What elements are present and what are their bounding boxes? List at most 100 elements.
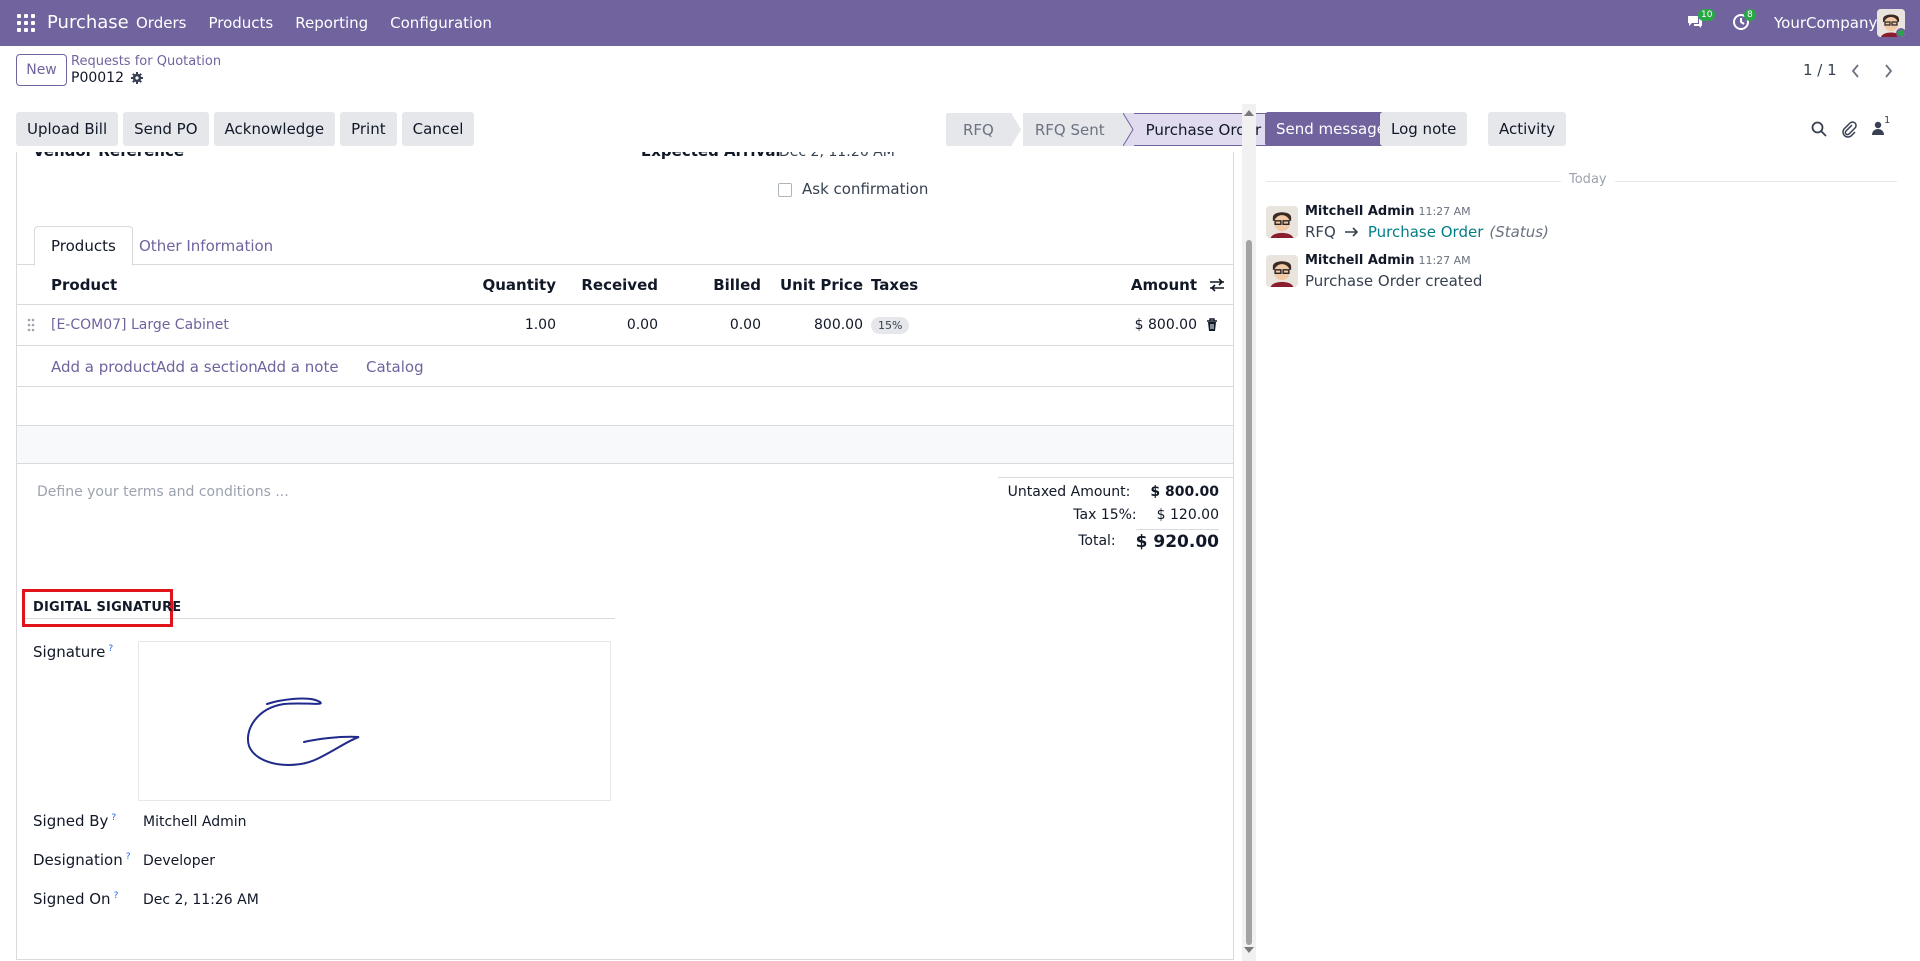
arrow-right-icon (1344, 227, 1358, 237)
status-bar: RFQ RFQ Sent Purchase Order (946, 113, 1281, 146)
help-tooltip-icon[interactable]: ? (108, 644, 113, 654)
table-row[interactable]: [E-COM07] Large Cabinet 1.00 0.00 0.00 8… (17, 305, 1233, 346)
acknowledge-button[interactable]: Acknowledge (213, 112, 336, 146)
print-button[interactable]: Print (340, 112, 397, 146)
menu-products[interactable]: Products (208, 14, 273, 32)
menu-configuration[interactable]: Configuration (390, 14, 492, 32)
avatar[interactable] (1266, 255, 1298, 287)
terms-and-conditions-input[interactable]: Define your terms and conditions ... (37, 484, 289, 500)
activities-clock-icon[interactable]: 8 (1732, 9, 1756, 33)
send-po-button[interactable]: Send PO (123, 112, 209, 146)
expected-arrival-value[interactable]: Dec 2, 11:26 AM (779, 152, 895, 160)
line-billed[interactable]: 0.00 (660, 305, 761, 345)
column-header-taxes[interactable]: Taxes (871, 265, 918, 304)
stage-rfq-sent[interactable]: RFQ Sent (1022, 113, 1123, 146)
author-name[interactable]: Mitchell Admin (1305, 253, 1414, 268)
signed-on-label: Signed On? (33, 890, 118, 908)
column-header-unit-price[interactable]: Unit Price (761, 265, 863, 304)
signature-pad[interactable] (138, 641, 611, 801)
untaxed-amount-row: Untaxed Amount: $ 800.00 (1008, 484, 1219, 500)
line-received[interactable]: 0.00 (557, 305, 658, 345)
messages-badge: 10 (1698, 9, 1716, 21)
column-header-amount[interactable]: Amount (1097, 265, 1197, 304)
activities-badge: 8 (1744, 9, 1756, 21)
app-brand[interactable]: Purchase (47, 12, 129, 33)
empty-row (17, 387, 1233, 426)
scroll-down-arrow-icon[interactable] (1244, 947, 1254, 953)
optional-columns-toggle[interactable] (1209, 265, 1225, 304)
form-sheet: Vendor Reference Expected Arrival Dec 2,… (16, 152, 1234, 960)
column-header-billed[interactable]: Billed (660, 265, 761, 304)
tracking-change: RFQ Purchase Order (Status) (1305, 223, 1549, 241)
log-note-button[interactable]: Log note (1380, 112, 1468, 146)
column-header-received[interactable]: Received (557, 265, 658, 304)
line-unit-price[interactable]: 800.00 (761, 305, 863, 345)
gear-icon[interactable] (130, 72, 143, 84)
signed-by-value[interactable]: Mitchell Admin (143, 814, 247, 830)
line-product[interactable]: [E-COM07] Large Cabinet (51, 305, 229, 345)
order-lines-header: Product Quantity Received Billed Unit Pr… (17, 265, 1233, 305)
breadcrumb-parent[interactable]: Requests for Quotation (71, 54, 221, 69)
message-time: 11:27 AM (1418, 254, 1471, 267)
catalog-link[interactable]: Catalog (366, 358, 424, 376)
menu-reporting[interactable]: Reporting (295, 14, 368, 32)
signed-by-label-text: Signed By (33, 812, 109, 830)
message-author[interactable]: Mitchell Admin 11:27 AM (1305, 204, 1471, 219)
paperclip-icon[interactable] (1840, 120, 1858, 138)
stage-rfq[interactable]: RFQ (946, 113, 1012, 146)
messages-icon[interactable]: 10 (1686, 9, 1716, 33)
menu-orders[interactable]: Orders (136, 14, 186, 32)
scroll-thumb[interactable] (1246, 240, 1252, 945)
form-scrollbar[interactable] (1242, 104, 1256, 961)
delete-line-button[interactable] (1206, 305, 1218, 345)
tax-value: $ 120.00 (1156, 507, 1219, 523)
help-tooltip-icon[interactable]: ? (126, 852, 131, 862)
line-quantity[interactable]: 1.00 (457, 305, 556, 345)
cancel-button[interactable]: Cancel (401, 112, 475, 146)
designation-label: Designation? (33, 851, 131, 869)
tab-other-information[interactable]: Other Information (123, 226, 289, 265)
field-name: (Status) (1489, 223, 1549, 241)
pager-previous-button[interactable] (1842, 58, 1870, 84)
sliders-icon (1210, 277, 1224, 292)
ask-confirmation-label: Ask confirmation (802, 180, 929, 198)
search-icon[interactable] (1810, 120, 1828, 138)
add-a-note-link[interactable]: Add a note (257, 358, 339, 376)
message-author[interactable]: Mitchell Admin 11:27 AM (1305, 253, 1471, 268)
stage-purchase-order[interactable]: Purchase Order (1133, 113, 1281, 146)
followers-button[interactable]: 1 (1870, 115, 1896, 138)
upload-bill-button[interactable]: Upload Bill (16, 112, 119, 146)
add-a-section-link[interactable]: Add a section (156, 358, 258, 376)
signature-label-text: Signature (33, 643, 106, 661)
add-a-product-link[interactable]: Add a product (51, 358, 156, 376)
untaxed-amount-value: $ 800.00 (1150, 484, 1219, 500)
message-body: Purchase Order created (1305, 272, 1483, 290)
app-grid-icon[interactable] (17, 14, 35, 32)
line-taxes[interactable]: 15% (871, 305, 910, 345)
add-line-row: Add a product Add a section Add a note C… (17, 346, 1233, 387)
pager-next-button[interactable] (1874, 58, 1902, 84)
company-switcher[interactable]: YourCompany (1774, 14, 1877, 32)
help-tooltip-icon[interactable]: ? (114, 891, 119, 901)
send-message-button[interactable]: Send message (1265, 112, 1397, 146)
help-tooltip-icon[interactable]: ? (111, 813, 116, 823)
total-value: $ 920.00 (1135, 529, 1219, 552)
avatar[interactable] (1266, 206, 1298, 238)
signed-on-value[interactable]: Dec 2, 11:26 AM (143, 892, 259, 908)
ask-confirmation-checkbox[interactable] (778, 183, 792, 197)
signature-label: Signature? (33, 643, 113, 661)
column-header-quantity[interactable]: Quantity (457, 265, 557, 304)
section-title: DIGITAL SIGNATURE (33, 600, 182, 615)
designation-value[interactable]: Developer (143, 853, 215, 869)
tax-row: Tax 15%: $ 120.00 (1073, 507, 1219, 523)
tab-products[interactable]: Products (34, 226, 133, 266)
date-separator: Today (1561, 172, 1615, 187)
scroll-up-arrow-icon[interactable] (1244, 110, 1254, 116)
activity-button[interactable]: Activity (1488, 112, 1567, 146)
column-header-product[interactable]: Product (51, 265, 117, 304)
pager-value[interactable]: 1 / 1 (1803, 61, 1837, 79)
new-button[interactable]: New (16, 54, 67, 86)
drag-handle-icon[interactable] (27, 305, 35, 345)
user-avatar[interactable] (1877, 9, 1905, 37)
author-name[interactable]: Mitchell Admin (1305, 204, 1414, 219)
